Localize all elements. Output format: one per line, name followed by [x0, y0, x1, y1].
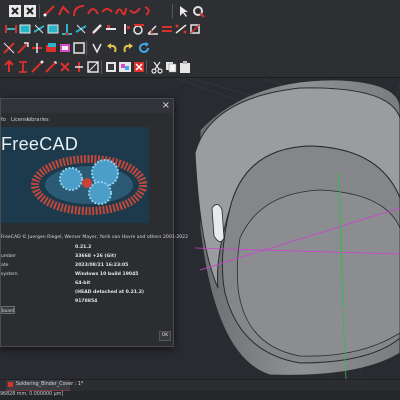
- box-icon[interactable]: [18, 22, 32, 36]
- document-tab[interactable]: Soldering_Binder_Cover : 1*: [6, 380, 83, 391]
- document-tab-strip: Soldering_Binder_Cover : 1*: [0, 379, 400, 391]
- info-value: 2023/08/21 16:23:05: [75, 263, 129, 268]
- copy-icon[interactable]: [164, 60, 178, 74]
- info-value: 9178854: [75, 299, 98, 304]
- tab-libraries[interactable]: Libraries: [27, 117, 49, 123]
- toolbar-row-2: [0, 20, 400, 38]
- external-geometry-icon[interactable]: [44, 41, 58, 55]
- trim-icon[interactable]: [191, 4, 205, 18]
- tangent-icon[interactable]: [132, 22, 146, 36]
- toolbar-separator: [39, 4, 40, 18]
- info-label: system: [1, 272, 18, 277]
- equal-icon[interactable]: [160, 22, 174, 36]
- close-box-icon[interactable]: [23, 4, 37, 18]
- radius-icon[interactable]: [30, 60, 44, 74]
- toolbar-separator: [101, 60, 102, 74]
- bspline-icon[interactable]: [114, 4, 128, 18]
- toolbar-separator: [86, 41, 87, 55]
- arrow-up-icon[interactable]: [2, 60, 16, 74]
- toolbar-row-1: [0, 2, 400, 20]
- toolbar-separator: [172, 4, 173, 18]
- angle-icon[interactable]: [146, 22, 160, 36]
- select-arrow-icon[interactable]: [177, 4, 191, 18]
- status-text: 96828 mm, 0.000000 µm]: [0, 392, 64, 397]
- stop-operation-icon[interactable]: [132, 60, 146, 74]
- construction-geometry-icon[interactable]: [2, 41, 16, 55]
- cut-icon[interactable]: [150, 60, 164, 74]
- perpendicular-icon[interactable]: [60, 22, 74, 36]
- tab-info[interactable]: fo: [1, 117, 6, 123]
- cylinder-inner-floor[interactable]: [236, 189, 400, 357]
- refresh-icon[interactable]: [137, 41, 151, 55]
- status-bar: 96828 mm, 0.000000 µm]: [0, 391, 400, 400]
- distance-icon[interactable]: [58, 60, 72, 74]
- splash-banner: FreeCAD: [1, 127, 149, 223]
- red-line-icon[interactable]: [42, 4, 56, 18]
- info-value: 0.21.2: [75, 245, 92, 250]
- close-icon[interactable]: ×: [162, 100, 170, 111]
- paste-icon[interactable]: [178, 60, 192, 74]
- view-section-icon[interactable]: [118, 60, 132, 74]
- clone-icon[interactable]: [72, 41, 86, 55]
- info-value: Windows 10 build 19045: [75, 272, 139, 277]
- fillet-icon[interactable]: [72, 4, 86, 18]
- info-value: 33668 +26 (Git): [75, 254, 117, 259]
- spline-icon[interactable]: [128, 4, 142, 18]
- dialog-tabs: fo License Libraries: [1, 114, 173, 125]
- info-value: (HEAD detached at 0.21.2): [75, 290, 145, 295]
- toolbar-row-3: [0, 39, 400, 57]
- view-sketch-icon[interactable]: [104, 60, 118, 74]
- toolbar-separator: [146, 60, 147, 74]
- arc-icon[interactable]: [86, 4, 100, 18]
- redo-icon[interactable]: [121, 41, 135, 55]
- dialog-titlebar: ×: [1, 99, 173, 113]
- toggle-driving-icon[interactable]: [86, 60, 100, 74]
- copyright-text: FreeCAD © Juergen Riegel, Werner Mayer, …: [1, 235, 189, 240]
- ok-button[interactable]: OK: [159, 331, 171, 341]
- extend-icon[interactable]: [16, 41, 30, 55]
- block-constraint-icon[interactable]: [188, 22, 202, 36]
- close-box-icon[interactable]: [8, 4, 22, 18]
- pencil-icon[interactable]: [90, 22, 104, 36]
- ellipse-arc-icon[interactable]: [142, 4, 156, 18]
- dimension-icon[interactable]: [32, 22, 46, 36]
- dimension-icon[interactable]: [74, 22, 88, 36]
- constraint-icon[interactable]: [4, 22, 18, 36]
- copy-to-clipboard-button[interactable]: board: [1, 306, 15, 314]
- gears-illustration: [31, 155, 147, 215]
- toolbar-row-4: [0, 58, 400, 76]
- info-value: 64-bit: [75, 281, 91, 286]
- cylinder-slot-hole: [211, 204, 225, 242]
- vertical-distance-icon[interactable]: [16, 60, 30, 74]
- document-icon: [8, 382, 13, 387]
- diameter-icon[interactable]: [44, 60, 58, 74]
- toolbar-area: [0, 0, 400, 78]
- symmetric-icon[interactable]: [174, 22, 188, 36]
- undo-icon[interactable]: [105, 41, 119, 55]
- split-icon[interactable]: [30, 41, 44, 55]
- document-tab-label: Soldering_Binder_Cover : 1*: [16, 382, 84, 387]
- info-label: umber: [1, 254, 17, 259]
- about-dialog: × fo License Libraries FreeCAD FreeCAD ©…: [0, 98, 188, 347]
- polyline-icon[interactable]: [57, 4, 71, 18]
- lock-constraint-icon[interactable]: [72, 60, 86, 74]
- horizontal-constraint-icon[interactable]: [104, 22, 118, 36]
- mirror-icon[interactable]: [90, 41, 104, 55]
- vertical-constraint-icon[interactable]: [118, 22, 132, 36]
- curve-icon[interactable]: [100, 4, 114, 18]
- carbon-copy-icon[interactable]: [58, 41, 72, 55]
- box-icon[interactable]: [46, 22, 60, 36]
- info-label: ate: [1, 263, 9, 268]
